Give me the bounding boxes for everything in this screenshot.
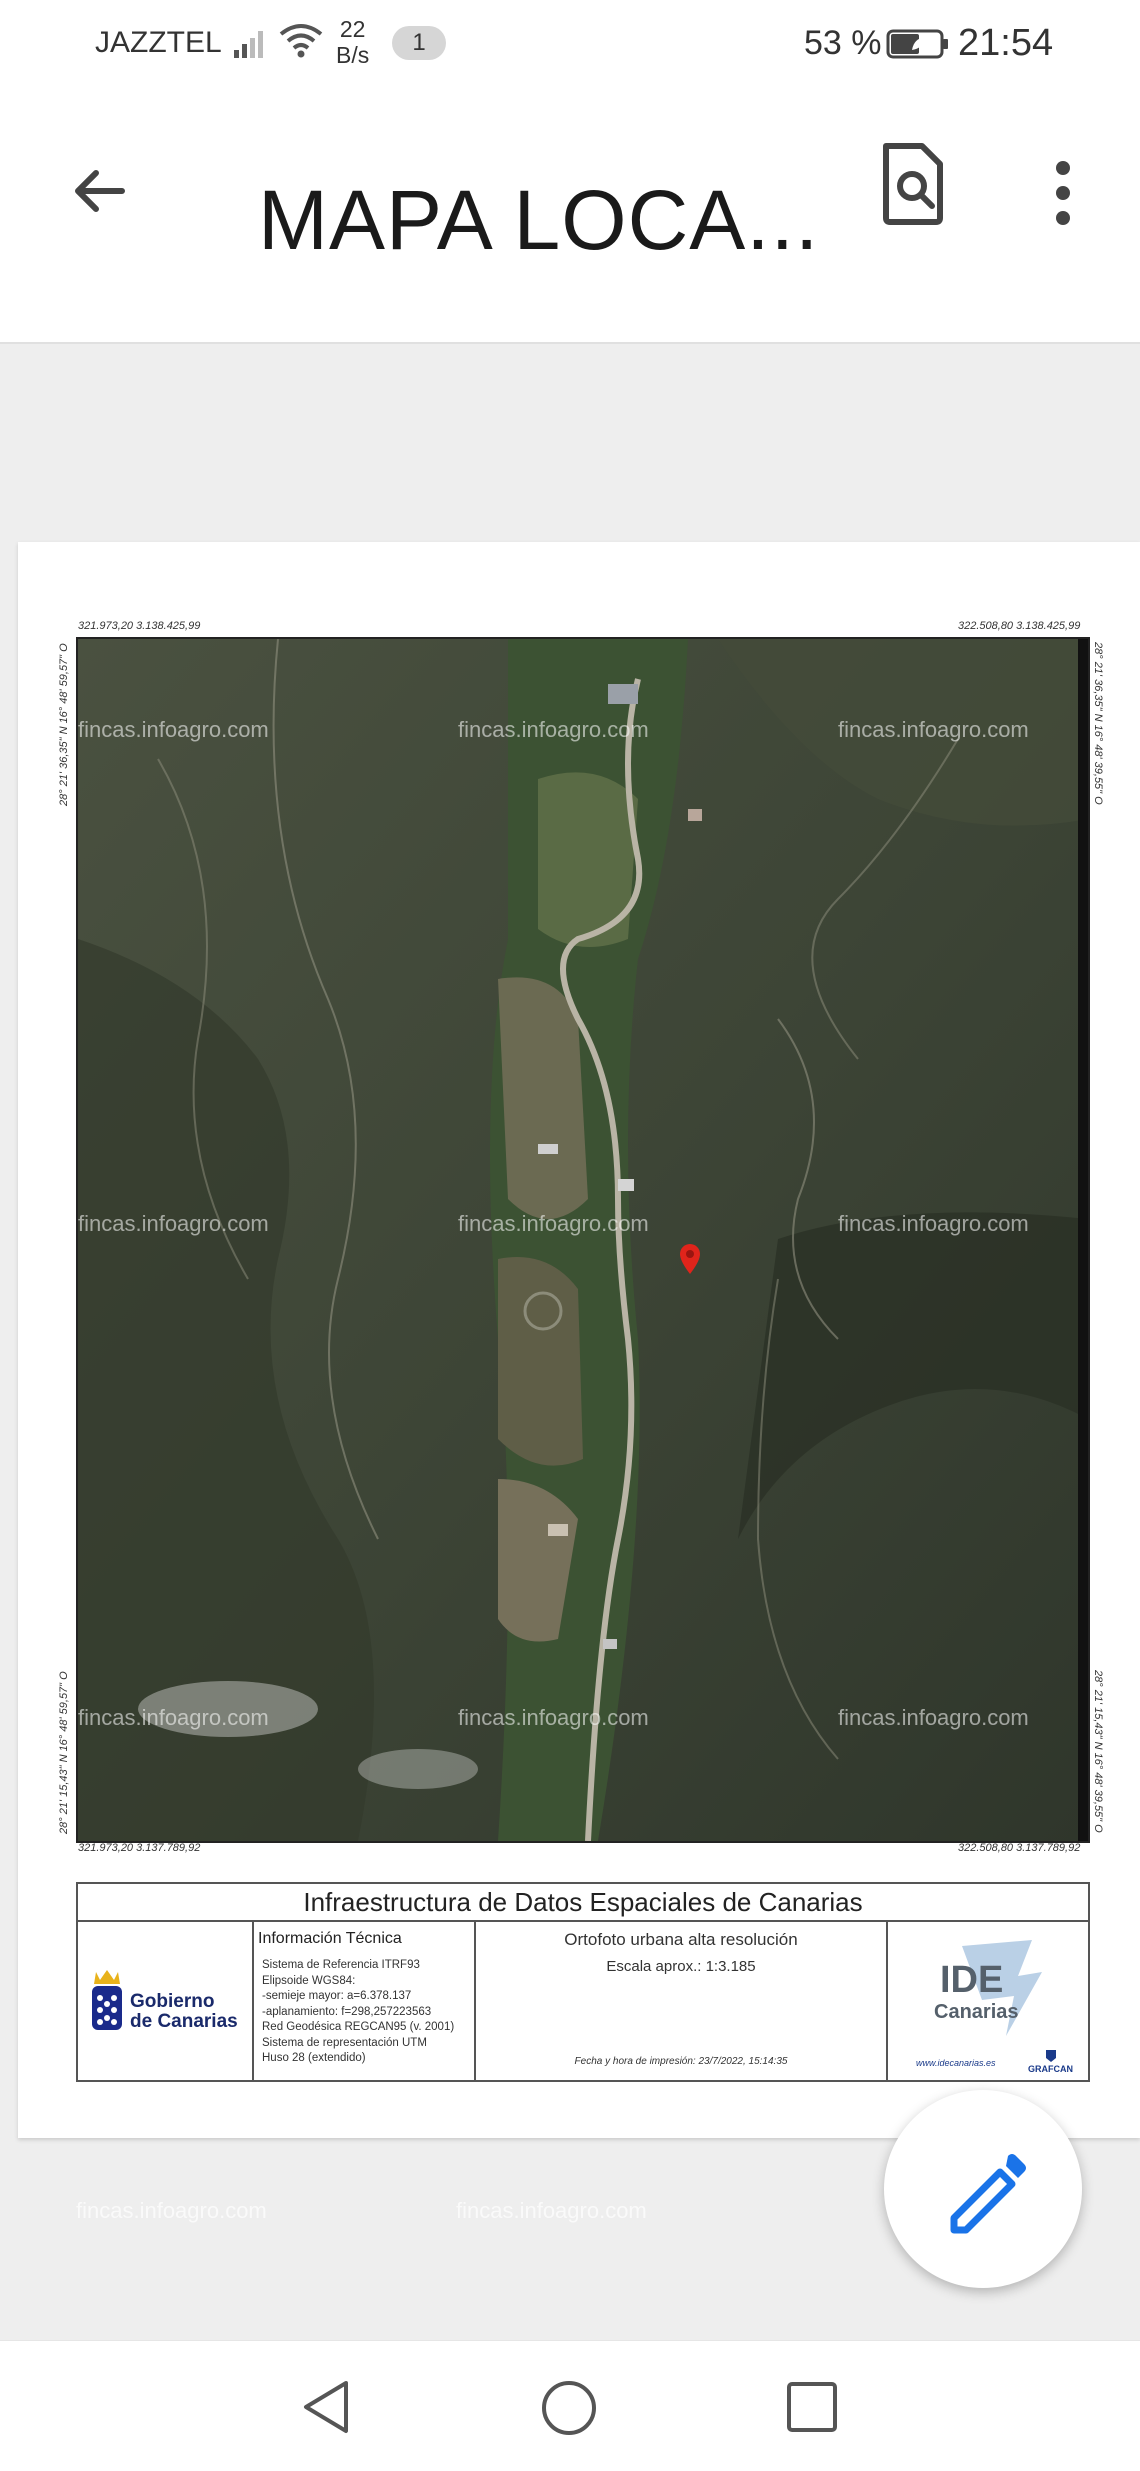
grafcan-logo: GRAFCAN bbox=[1028, 2050, 1073, 2074]
more-vert-icon[interactable] bbox=[1040, 148, 1086, 238]
watermark-text: fincas.infoagro.com bbox=[458, 1705, 649, 1730]
gobierno-crest-icon bbox=[88, 1968, 126, 2043]
tech-info-title: Información Técnica bbox=[258, 1930, 402, 1947]
tech-line: Huso 28 (extendido) bbox=[262, 2052, 366, 2064]
gobierno-line-2: de Canarias bbox=[130, 2011, 238, 2032]
notification-badge: 1 bbox=[392, 26, 446, 60]
tech-info-lines: Sistema de Referencia ITRF93 Elipsoide W… bbox=[262, 1958, 454, 2067]
coord-left-bottom: 28° 21' 15,43" N 16° 48' 59,57" O bbox=[58, 1671, 70, 1834]
ide-logo-line-2: Canarias bbox=[934, 2001, 1019, 2023]
arrow-back-icon[interactable] bbox=[62, 154, 142, 234]
coord-top-right: 322.508,80 3.138.425,99 bbox=[958, 620, 1081, 632]
pdf-page[interactable]: 321.973,20 3.138.425,99 322.508,80 3.138… bbox=[18, 542, 1140, 2138]
battery-percent: 53 % bbox=[804, 24, 882, 62]
ortofoto-cell: Ortofoto urbana alta resolución Escala a… bbox=[476, 1922, 888, 2080]
watermark-text: fincas.infoagro.com bbox=[78, 1211, 269, 1236]
tech-info-cell: Información Técnica Sistema de Referenci… bbox=[254, 1922, 476, 2080]
print-date: Fecha y hora de impresión: 23/7/2022, 15… bbox=[574, 2056, 788, 2067]
network-speed: 22 B/s bbox=[336, 16, 369, 68]
watermark-text: fincas.infoagro.com bbox=[458, 717, 649, 742]
carrier-name: JAZZTEL bbox=[95, 26, 222, 59]
info-table: Infraestructura de Datos Espaciales de C… bbox=[76, 1882, 1090, 2082]
app-bar: MAPA LOCA... bbox=[0, 90, 1140, 344]
aerial-map[interactable]: fincas.infoagro.com fincas.infoagro.com … bbox=[76, 637, 1090, 1843]
page-title: MAPA LOCA... bbox=[258, 173, 820, 267]
network-speed-value: 22 bbox=[339, 16, 366, 42]
edit-button[interactable] bbox=[884, 2090, 1082, 2288]
gobierno-line-1: Gobierno bbox=[130, 1991, 215, 2012]
faded-watermark: fincas.infoagro.com bbox=[76, 2198, 267, 2223]
faded-watermark: fincas.infoagro.com bbox=[456, 2198, 647, 2223]
watermark-text: fincas.infoagro.com bbox=[458, 1211, 649, 1236]
tech-line: Sistema de Referencia ITRF93 bbox=[262, 1959, 420, 1971]
watermark-text: fincas.infoagro.com bbox=[78, 717, 269, 742]
scale-label: Escala aprox.: 1:3.185 bbox=[606, 1958, 756, 1975]
aerial-photo bbox=[78, 639, 1088, 1841]
nav-home-icon[interactable] bbox=[540, 2379, 598, 2442]
find-in-page-icon[interactable] bbox=[878, 142, 948, 232]
gobierno-logo-text: Gobierno de Canarias bbox=[130, 1992, 238, 2032]
ide-logo-line-1: IDE bbox=[940, 1959, 1003, 2001]
watermark-text: fincas.infoagro.com bbox=[838, 717, 1029, 742]
ortofoto-label: Ortofoto urbana alta resolución bbox=[564, 1930, 798, 1949]
battery-icon bbox=[886, 28, 950, 65]
signal-icon bbox=[232, 28, 272, 65]
edit-pencil-icon bbox=[950, 2154, 1026, 2234]
watermark-text: fincas.infoagro.com bbox=[78, 1705, 269, 1730]
nav-recents-icon[interactable] bbox=[786, 2381, 838, 2438]
tech-line: Sistema de representación UTM bbox=[262, 2036, 427, 2049]
ide-canarias-logo: IDE Canarias bbox=[922, 1936, 1052, 2051]
gobierno-cell: Gobierno de Canarias bbox=[78, 1922, 254, 2080]
tech-line: Elipsoide WGS84: bbox=[262, 1974, 356, 1987]
network-speed-unit: B/s bbox=[336, 42, 370, 68]
coord-bottom-right: 322.508,80 3.137.789,92 bbox=[958, 1842, 1081, 1854]
coord-right-bottom: 28° 21' 15,43" N 16° 48' 39,55" O bbox=[1092, 1670, 1104, 1833]
coord-right-top: 28° 21' 36,35" N 16° 48' 39,55" O bbox=[1092, 642, 1104, 805]
watermark-text: fincas.infoagro.com bbox=[838, 1705, 1029, 1730]
tech-line: -semieje mayor: a=6.378.137 bbox=[262, 1990, 412, 2002]
info-title: Infraestructura de Datos Espaciales de C… bbox=[78, 1884, 1088, 1922]
location-pin-icon bbox=[678, 1243, 702, 1280]
status-bar: JAZZTEL 22 B/s 1 53 % 21:54 bbox=[0, 0, 1140, 90]
grafcan-label: GRAFCAN bbox=[1028, 2064, 1073, 2074]
ide-cell: IDE Canarias www.idecanarias.es GRAFCAN bbox=[888, 1922, 1086, 2080]
tech-line: Red Geodésica REGCAN95 (v. 2001) bbox=[262, 2021, 455, 2033]
coord-top-left: 321.973,20 3.138.425,99 bbox=[78, 620, 201, 632]
grafcan-icon bbox=[1045, 2050, 1056, 2062]
clock: 21:54 bbox=[958, 22, 1054, 64]
tech-line: -aplanamiento: f=298,257223563 bbox=[262, 2005, 432, 2018]
nav-bar bbox=[0, 2340, 1140, 2471]
ide-url: www.idecanarias.es bbox=[916, 2058, 996, 2068]
coord-bottom-left: 321.973,20 3.137.789,92 bbox=[78, 1842, 201, 1854]
nav-back-icon[interactable] bbox=[300, 2379, 354, 2440]
coord-left-top: 28° 21' 36,35" N 16° 48' 59,57" O bbox=[58, 643, 70, 806]
watermark-text: fincas.infoagro.com bbox=[838, 1211, 1029, 1236]
wifi-icon bbox=[278, 22, 324, 65]
